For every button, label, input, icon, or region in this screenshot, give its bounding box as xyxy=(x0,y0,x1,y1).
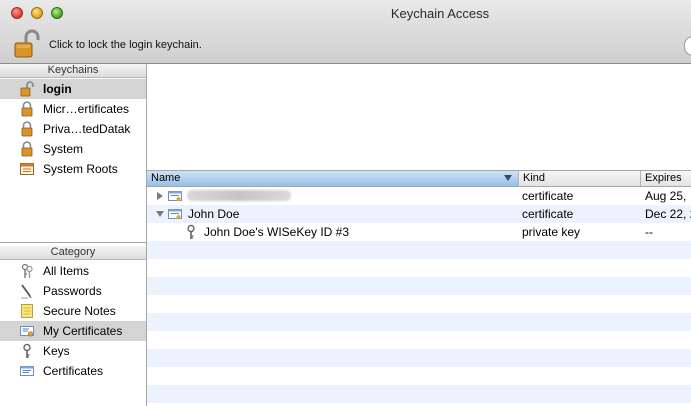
certificate-icon xyxy=(20,366,34,376)
category-item-my-certificates[interactable]: My Certificates xyxy=(0,321,146,341)
key-icon xyxy=(23,343,31,358)
category-header: Category xyxy=(0,246,146,260)
cell-name: John Doe xyxy=(188,207,240,221)
cell-kind: certificate xyxy=(522,207,574,221)
sidebar-item-label: Passwords xyxy=(43,284,102,298)
sidebar-item-private-data[interactable]: Priva…tedDatak xyxy=(0,119,146,139)
column-header-name[interactable]: Name xyxy=(147,171,519,186)
sidebar-item-label: System xyxy=(43,142,84,156)
table-row[interactable]: certificate Aug 25, xyxy=(147,187,691,205)
sidebar-item-label: My Certificates xyxy=(43,324,123,338)
window-titlebar: Keychain Access Click to lock the login … xyxy=(0,0,691,64)
certificate-cabinet-icon xyxy=(20,163,34,175)
certificate-icon xyxy=(168,191,182,201)
main-content: Name Kind Expires certificate Aug 25, Jo… xyxy=(147,64,691,406)
empty-row xyxy=(147,313,691,331)
keychains-header: Keychains xyxy=(0,64,146,78)
certificate-icon xyxy=(168,209,182,219)
all-items-icon xyxy=(21,263,33,278)
sidebar-item-label: System Roots xyxy=(43,162,118,176)
my-certificate-icon xyxy=(20,326,34,337)
empty-row xyxy=(147,277,691,295)
category-item-secure-notes[interactable]: Secure Notes xyxy=(0,301,146,321)
window-title: Keychain Access xyxy=(390,6,490,21)
note-icon xyxy=(21,304,33,318)
cell-name: John Doe's WISeKey ID #3 xyxy=(204,225,350,239)
sidebar-item-login[interactable]: login xyxy=(0,79,146,99)
lock-status-message: Click to lock the login keychain. xyxy=(49,39,202,51)
disclosure-triangle-expanded-icon[interactable] xyxy=(156,211,164,217)
sidebar-item-label: Keys xyxy=(43,344,70,358)
sidebar-item-label: Certificates xyxy=(43,364,104,378)
cell-kind: certificate xyxy=(522,189,574,203)
column-header-label: Name xyxy=(151,172,181,184)
sidebar-divider[interactable] xyxy=(0,242,146,243)
column-header-kind[interactable]: Kind xyxy=(519,171,641,186)
category-item-keys[interactable]: Keys xyxy=(0,341,146,361)
empty-row xyxy=(147,385,691,403)
pen-icon xyxy=(21,284,32,299)
sidebar-item-label: All Items xyxy=(43,264,90,278)
category-item-all-items[interactable]: All Items xyxy=(0,261,146,281)
table-row[interactable]: John Doe's WISeKey ID #3 private key -- xyxy=(147,223,691,241)
key-icon xyxy=(187,224,195,239)
cell-expires: Aug 25, xyxy=(645,189,687,203)
sidebar: Keychains login Micr…ertificates Priva…t… xyxy=(0,64,147,406)
column-header-expires[interactable]: Expires xyxy=(641,171,691,186)
cell-kind: private key xyxy=(522,225,581,239)
unlocked-padlock-icon xyxy=(20,81,34,97)
empty-row xyxy=(147,241,691,259)
disclosure-triangle-collapsed-icon[interactable] xyxy=(157,192,163,200)
lock-keychain-button[interactable] xyxy=(12,29,42,59)
table-header: Name Kind Expires xyxy=(147,170,691,187)
table-row[interactable]: John Doe certificate Dec 22, 2 xyxy=(147,205,691,223)
column-header-label: Kind xyxy=(523,172,546,184)
search-field[interactable] xyxy=(684,36,691,56)
padlock-icon xyxy=(21,101,33,117)
padlock-icon xyxy=(21,121,33,137)
sidebar-item-system-roots[interactable]: System Roots xyxy=(0,159,146,179)
sidebar-item-microsoft-certificates[interactable]: Micr…ertificates xyxy=(0,99,146,119)
padlock-icon xyxy=(21,141,33,157)
category-item-passwords[interactable]: Passwords xyxy=(0,281,146,301)
cell-expires: -- xyxy=(645,225,653,239)
sidebar-item-label: login xyxy=(43,82,72,96)
empty-row xyxy=(147,331,691,349)
unlocked-padlock-icon xyxy=(14,29,40,58)
sidebar-item-label: Micr…ertificates xyxy=(43,102,130,116)
empty-row xyxy=(147,349,691,367)
cell-expires: Dec 22, 2 xyxy=(645,207,691,221)
empty-row xyxy=(147,295,691,313)
sidebar-item-label: Priva…tedDatak xyxy=(43,122,131,136)
sidebar-item-system[interactable]: System xyxy=(0,139,146,159)
column-header-label: Expires xyxy=(645,172,682,184)
empty-row xyxy=(147,259,691,277)
obscured-certificate-name xyxy=(187,190,291,201)
sort-descending-icon xyxy=(504,175,512,181)
empty-row xyxy=(147,367,691,385)
category-item-certificates[interactable]: Certificates xyxy=(0,361,146,381)
sidebar-item-label: Secure Notes xyxy=(43,304,116,318)
